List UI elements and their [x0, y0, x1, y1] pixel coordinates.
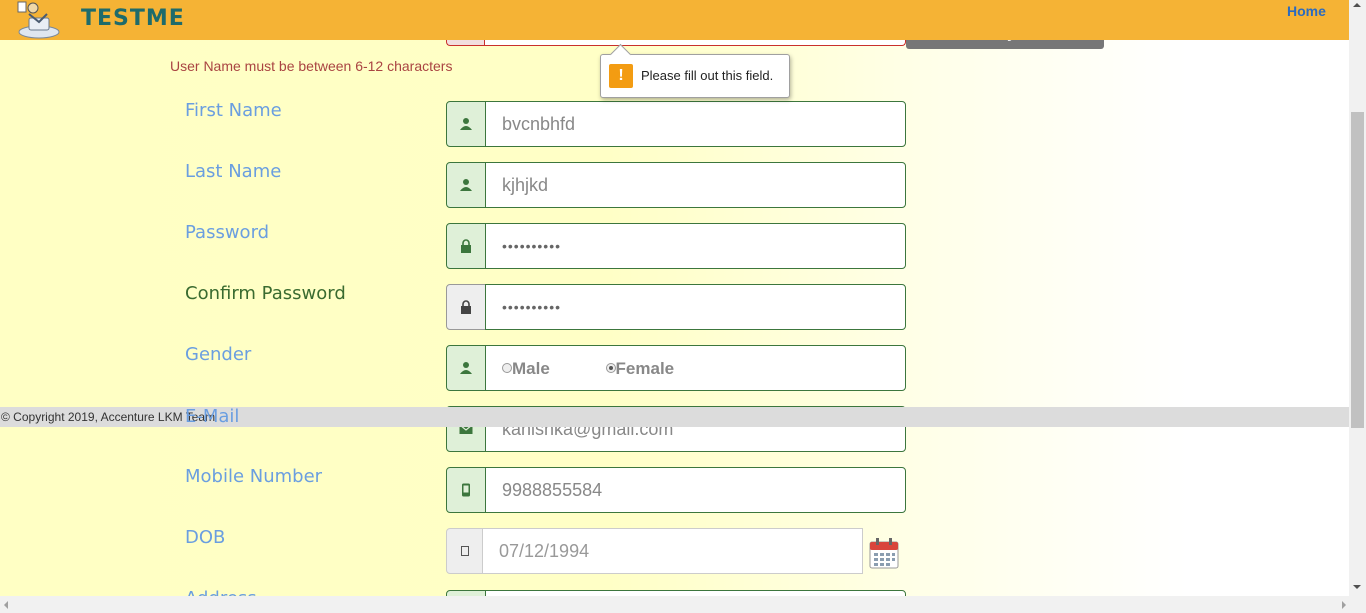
mobile-addon — [446, 467, 486, 513]
dob-label: DOB — [185, 527, 226, 548]
user-icon — [460, 179, 472, 191]
gender-option-male[interactable]: Male — [502, 359, 555, 378]
last-name-label: Last Name — [185, 161, 282, 182]
confirm-password-input[interactable]: •••••••••• — [485, 284, 906, 330]
scroll-up-arrow-icon[interactable] — [1353, 3, 1361, 7]
gender-addon — [446, 345, 486, 391]
confirm-password-label: Confirm Password — [185, 283, 346, 304]
user-icon — [460, 362, 472, 374]
female-radio-label: Female — [615, 359, 675, 378]
first-name-label: First Name — [185, 100, 282, 121]
validation-tooltip: ! Please fill out this field. — [600, 54, 790, 98]
email-label: E-Mail — [185, 406, 240, 427]
male-radio[interactable] — [502, 362, 512, 373]
calendar-icon — [460, 546, 469, 556]
scroll-down-arrow-icon[interactable] — [1353, 585, 1361, 589]
mobile-label: Mobile Number — [185, 466, 323, 487]
male-radio-label: Male — [512, 359, 550, 378]
first-name-addon — [446, 101, 486, 147]
warning-icon: ! — [609, 64, 633, 88]
scroll-left-arrow-icon[interactable] — [4, 601, 8, 609]
logo-icon — [17, 1, 60, 39]
horizontal-scrollbar[interactable] — [0, 596, 1366, 613]
first-name-input[interactable]: bvcnbhfd — [485, 101, 906, 147]
female-radio[interactable] — [605, 362, 616, 373]
gender-label: Gender — [185, 344, 252, 365]
address-label: Address — [185, 588, 257, 596]
last-name-addon — [446, 162, 486, 208]
copyright-text: © Copyright 2019, Accenture LKM Team — [1, 410, 216, 424]
lock-icon — [461, 300, 471, 314]
confirm-password-addon — [446, 284, 486, 330]
scroll-right-arrow-icon[interactable] — [1342, 601, 1346, 609]
tooltip-text: Please fill out this field. — [641, 68, 774, 83]
home-link[interactable]: Home — [1287, 3, 1326, 19]
brand-title: TESTME — [81, 6, 185, 31]
password-addon — [446, 223, 486, 269]
last-name-input[interactable]: kjhjkd — [485, 162, 906, 208]
mobile-icon — [462, 483, 470, 497]
gender-field: Male Female — [485, 345, 906, 391]
lock-icon — [461, 239, 471, 253]
top-navbar: TESTME Home — [0, 0, 1349, 40]
password-label: Password — [185, 222, 270, 243]
dob-input[interactable]: 07/12/1994 — [482, 528, 863, 574]
username-error-message: User Name must be between 6-12 character… — [170, 58, 453, 74]
calendar-picker-icon[interactable] — [868, 536, 900, 570]
gender-option-female[interactable]: Female — [605, 359, 675, 378]
dob-addon — [446, 528, 483, 574]
vertical-scroll-thumb[interactable] — [1351, 112, 1364, 428]
page-viewport: TESTME Home Name Already Exists User Nam… — [0, 0, 1349, 596]
password-input[interactable]: •••••••••• — [485, 223, 906, 269]
user-icon — [460, 118, 472, 130]
mobile-input[interactable]: 9988855584 — [485, 467, 906, 513]
